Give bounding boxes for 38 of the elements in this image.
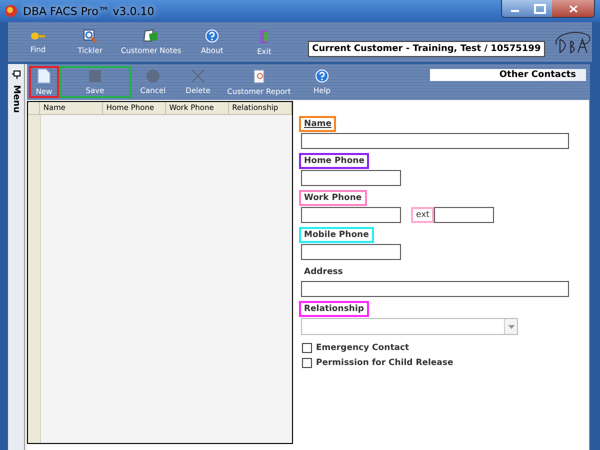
circle-icon xyxy=(146,69,160,83)
checkbox-label: Permission for Child Release xyxy=(316,358,454,368)
checkbox-label: Emergency Contact xyxy=(316,343,410,353)
field-label: Mobile Phone xyxy=(299,227,374,243)
current-customer-field: Current Customer - Training, Test / 10575199 xyxy=(308,41,545,57)
phone-field[interactable] xyxy=(301,244,401,260)
field-label: Work Phone xyxy=(299,190,367,206)
app-logo-icon xyxy=(4,4,18,18)
checkbox[interactable] xyxy=(302,343,312,353)
minimize-button[interactable] xyxy=(502,0,527,17)
close-button[interactable] xyxy=(552,0,594,17)
close-icon xyxy=(568,4,578,12)
help-icon xyxy=(205,29,220,43)
extension-field[interactable] xyxy=(434,207,494,223)
text-field[interactable] xyxy=(301,281,569,297)
caret-icon xyxy=(508,324,514,328)
door-icon xyxy=(258,28,270,44)
phone-field[interactable] xyxy=(301,207,401,223)
field-label: Address xyxy=(303,266,344,279)
help-icon xyxy=(315,69,329,83)
field-label: Name xyxy=(299,116,336,132)
page-icon xyxy=(37,68,51,84)
text-field[interactable] xyxy=(301,133,569,149)
report-icon xyxy=(252,68,266,84)
notes-icon xyxy=(143,29,160,43)
phone-field[interactable] xyxy=(301,170,401,186)
x-icon xyxy=(191,69,205,83)
section-title: Other Contacts xyxy=(430,69,586,81)
menu-tab[interactable]: Menu xyxy=(11,85,21,113)
square-icon xyxy=(88,69,102,83)
checkbox[interactable] xyxy=(302,358,312,368)
pin-icon xyxy=(12,70,20,79)
maximize-button[interactable] xyxy=(527,0,552,17)
key-icon xyxy=(30,30,46,42)
field-label: Home Phone xyxy=(299,153,370,169)
window-title: DBA FACS Pro™ v3.0.10 xyxy=(23,4,154,18)
field-label: Relationship xyxy=(299,301,369,317)
magnifier-icon xyxy=(83,29,98,43)
